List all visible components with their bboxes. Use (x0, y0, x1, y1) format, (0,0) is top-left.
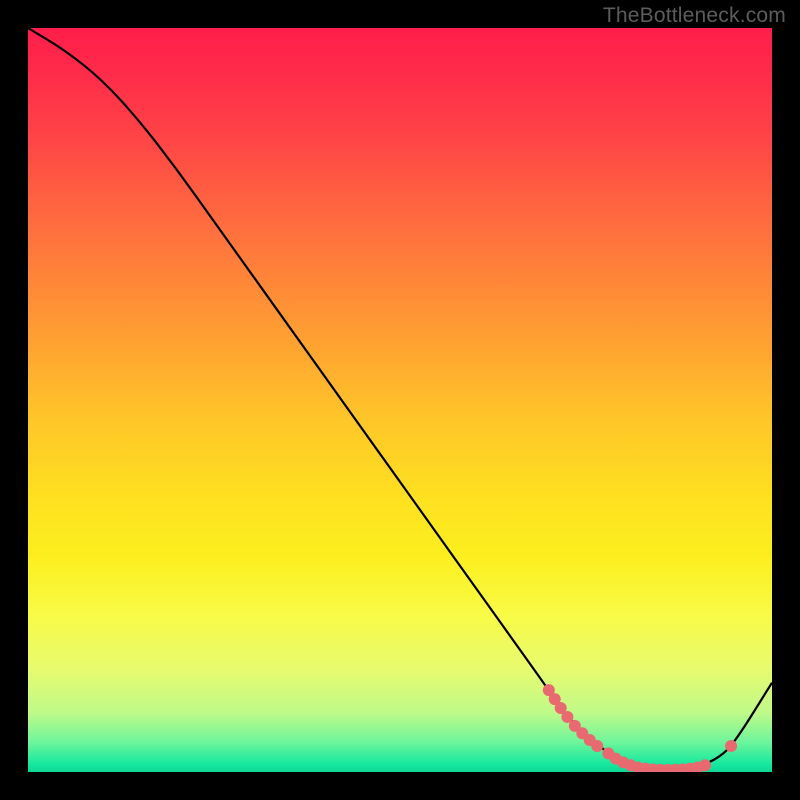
plot-area (28, 28, 772, 772)
curve-line (28, 28, 772, 770)
data-points (543, 684, 737, 772)
data-point (725, 740, 737, 752)
watermark-text: TheBottleneck.com (603, 4, 786, 28)
data-point (699, 759, 711, 771)
chart-svg (28, 28, 772, 772)
data-point (591, 740, 603, 752)
